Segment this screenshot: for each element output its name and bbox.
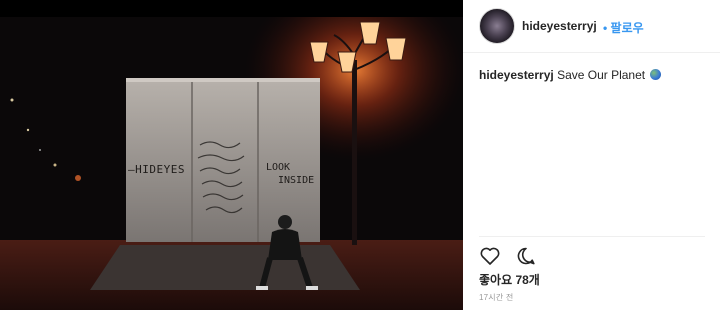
wall-text-right-1: LOOK: [266, 162, 291, 173]
wall-text-left: —HIDEYES: [128, 163, 185, 176]
follow-button[interactable]: • 팔로우: [603, 19, 644, 36]
avatar[interactable]: [479, 8, 515, 44]
photo-top-strip: [0, 0, 463, 17]
post-side-panel: hideyesterryj • 팔로우 hideyesterryj Save O…: [463, 0, 720, 310]
globe-icon: [650, 69, 662, 80]
photo-scene: [0, 0, 463, 310]
instagram-post: —HIDEYES LOOK INSIDE hideyesterryj • 팔로우…: [0, 0, 720, 310]
caption-text: Save Our Planet: [557, 68, 646, 82]
heart-icon[interactable]: [479, 245, 501, 267]
action-bar: [479, 245, 547, 267]
header-username[interactable]: hideyesterryj: [522, 19, 597, 33]
post-header: hideyesterryj • 팔로우: [463, 0, 720, 53]
wall-text-right-2: INSIDE: [278, 175, 315, 186]
likes-count[interactable]: 좋아요 78개: [479, 271, 540, 288]
caption: hideyesterryj Save Our Planet: [479, 68, 662, 82]
comment-icon[interactable]: [515, 245, 537, 267]
caption-username[interactable]: hideyesterryj: [479, 68, 554, 82]
post-timestamp[interactable]: 17시간 전: [479, 292, 513, 303]
post-photo[interactable]: —HIDEYES LOOK INSIDE: [0, 0, 463, 310]
actions-divider: [479, 236, 705, 237]
